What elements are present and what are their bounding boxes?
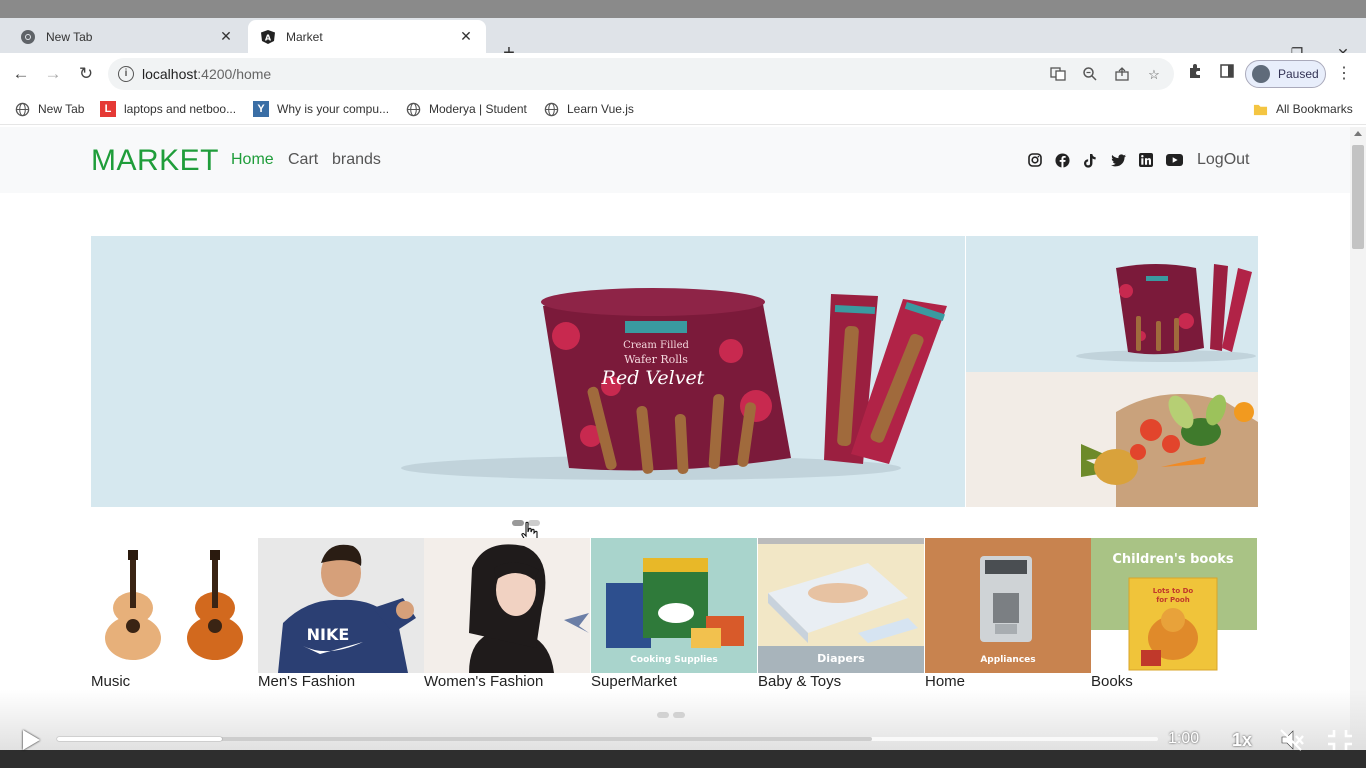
hero-product-line: Wafer Rolls	[624, 353, 688, 366]
tab-close-icon[interactable]: ✕	[458, 28, 474, 45]
back-icon[interactable]: ←	[10, 63, 32, 85]
svg-text:Lots to Do: Lots to Do	[1153, 587, 1194, 595]
facebook-icon[interactable]	[1053, 151, 1071, 169]
angular-icon: A	[260, 29, 276, 45]
category-card-baby-toys[interactable]: Diapers	[758, 538, 924, 673]
tab-title: New Tab	[46, 29, 93, 44]
folder-icon	[1252, 101, 1268, 117]
bookmark-item[interactable]: New Tab	[14, 101, 84, 117]
tab-bar: New Tab ✕ A Market ✕ + ⌄ — ❐ ✕	[0, 18, 1366, 64]
video-controls-fade	[0, 690, 1366, 750]
l-brand-icon: L	[100, 101, 116, 117]
browser-toolbar: ← → ↻ i localhost:4200/home ☆ Paused ⋮	[0, 53, 1366, 95]
scrollbar-thumb[interactable]	[1352, 145, 1364, 249]
category-label[interactable]: SuperMarket	[591, 673, 677, 690]
tiktok-icon[interactable]	[1081, 151, 1099, 169]
twitter-icon[interactable]	[1109, 151, 1127, 169]
hero-slide-side-top[interactable]	[966, 236, 1258, 372]
playback-speed-button[interactable]: 1x	[1232, 730, 1252, 751]
hero-product-line: Cream Filled	[623, 340, 689, 351]
category-label[interactable]: Home	[925, 673, 965, 690]
forward-icon[interactable]: →	[42, 63, 64, 85]
hero-slide-main[interactable]: Cream Filled Wafer Rolls Red Velvet	[91, 236, 965, 507]
brand-logo[interactable]: MARKET	[91, 144, 219, 178]
address-bar[interactable]: i localhost:4200/home ☆	[108, 58, 1174, 90]
linkedin-icon[interactable]	[1137, 151, 1155, 169]
tab-close-icon[interactable]: ✕	[218, 28, 234, 45]
nav-cart[interactable]: Cart	[288, 151, 318, 169]
side-panel-icon[interactable]	[1217, 63, 1237, 83]
window-top-strip	[0, 0, 1366, 18]
zoom-icon[interactable]	[1081, 66, 1099, 84]
bookmark-star-icon[interactable]: ☆	[1145, 66, 1163, 84]
tab-new-tab[interactable]: New Tab ✕	[8, 20, 246, 53]
nav-brands[interactable]: brands	[332, 151, 381, 169]
category-card-mens-fashion[interactable]: NIKE	[258, 538, 424, 673]
globe-icon	[14, 101, 30, 117]
video-played	[57, 737, 223, 741]
chrome-icon	[20, 29, 36, 45]
category-image-text: Appliances	[980, 655, 1035, 665]
bookmarks-bar: New Tab L laptops and netboo... Y Why is…	[0, 95, 1366, 125]
category-label[interactable]: Music	[91, 673, 130, 690]
nav-home[interactable]: Home	[231, 151, 274, 169]
instagram-icon[interactable]	[1026, 151, 1044, 169]
video-progress-bar[interactable]	[57, 737, 1158, 741]
reload-icon[interactable]: ↻	[75, 63, 97, 85]
category-label[interactable]: Baby & Toys	[758, 673, 841, 690]
menu-icon[interactable]: ⋮	[1336, 64, 1352, 84]
all-bookmarks[interactable]: All Bookmarks	[1252, 101, 1353, 117]
globe-icon	[543, 101, 559, 117]
avatar	[1252, 65, 1270, 83]
mute-icon[interactable]	[1279, 728, 1305, 752]
url-text[interactable]: localhost:4200/home	[142, 66, 271, 82]
hero-product-line: Red Velvet	[601, 367, 705, 389]
logout-link[interactable]: LogOut	[1197, 151, 1249, 169]
screen: New Tab ✕ A Market ✕ + ⌄ — ❐ ✕ ← → ↻ i l…	[0, 0, 1366, 768]
globe-icon	[405, 101, 421, 117]
svg-text:for Pooh: for Pooh	[1156, 596, 1189, 604]
category-image-text: Children's books	[1112, 552, 1234, 567]
category-image-text: NIKE	[307, 625, 350, 644]
page-viewport: MARKET Home Cart brands LogOut Cream Fil…	[0, 127, 1350, 768]
profile-button[interactable]: Paused	[1245, 60, 1326, 88]
profile-status: Paused	[1278, 67, 1319, 81]
category-label[interactable]: Men's Fashion	[258, 673, 355, 690]
category-card-books[interactable]: Children's books Lots to Do for Pooh	[1091, 538, 1257, 673]
tab-market[interactable]: A Market ✕	[248, 20, 486, 53]
bookmark-item[interactable]: Learn Vue.js	[543, 101, 634, 117]
video-bottom-bar	[0, 750, 1366, 768]
page-scrollbar[interactable]	[1350, 127, 1366, 768]
category-image-text: Cooking Supplies	[630, 655, 717, 665]
bookmark-item[interactable]: Moderya | Student	[405, 101, 527, 117]
y-brand-icon: Y	[253, 101, 269, 117]
site-navbar: MARKET Home Cart brands LogOut	[0, 127, 1350, 193]
exit-fullscreen-icon[interactable]	[1326, 728, 1354, 752]
extensions-icon[interactable]	[1185, 63, 1205, 83]
hero-slide-side-bottom[interactable]	[966, 372, 1258, 507]
category-card-home[interactable]: Appliances	[925, 538, 1091, 673]
category-label[interactable]: Books	[1091, 673, 1133, 690]
translate-icon[interactable]	[1049, 66, 1067, 84]
category-card-supermarket[interactable]: Cooking Supplies	[591, 538, 757, 673]
share-icon[interactable]	[1113, 66, 1131, 84]
video-time: 1:00	[1168, 730, 1200, 747]
category-image-text: Diapers	[817, 652, 865, 665]
category-card-womens-fashion[interactable]	[424, 538, 590, 673]
bookmark-item[interactable]: Y Why is your compu...	[253, 101, 389, 117]
scroll-up-icon[interactable]	[1354, 131, 1362, 136]
site-info-icon[interactable]: i	[118, 66, 134, 82]
tab-title: Market	[286, 29, 323, 44]
bookmark-item[interactable]: L laptops and netboo...	[100, 101, 236, 117]
category-card-music[interactable]	[91, 538, 257, 673]
category-label[interactable]: Women's Fashion	[424, 673, 543, 690]
youtube-icon[interactable]	[1165, 151, 1183, 169]
play-icon[interactable]	[23, 730, 40, 750]
svg-text:A: A	[265, 33, 272, 42]
